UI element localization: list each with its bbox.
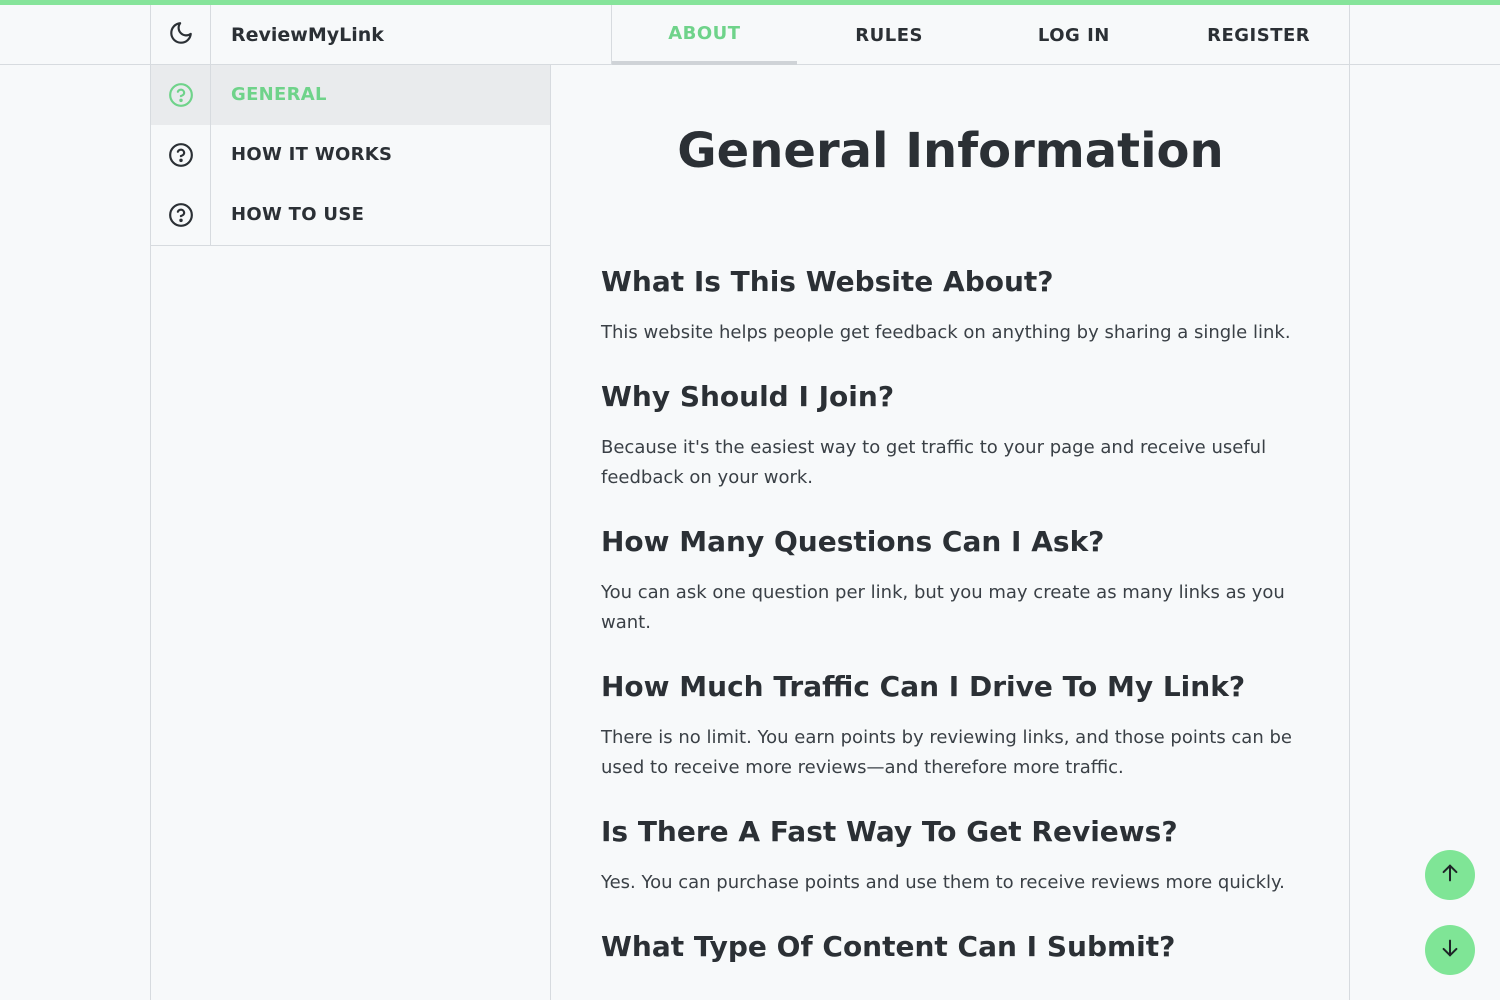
faq-question: Why Should I Join? bbox=[601, 380, 895, 413]
tab-about[interactable]: ABOUT bbox=[612, 5, 797, 65]
faq-item: How Many Questions Can I Ask? You can as… bbox=[601, 524, 1301, 638]
question-circle-icon bbox=[151, 185, 211, 245]
faq-question: How Many Questions Can I Ask? bbox=[601, 525, 1105, 558]
moon-icon bbox=[168, 20, 194, 50]
question-circle-icon bbox=[151, 65, 211, 125]
faq-answer: You can ask one question per link, but y… bbox=[601, 582, 1285, 633]
faq-item: What Is This Website About? This website… bbox=[601, 264, 1301, 348]
faq-item: What Type Of Content Can I Submit? bbox=[601, 929, 1301, 983]
faq-answer: There is no limit. You earn points by re… bbox=[601, 727, 1292, 778]
top-nav: ABOUT RULES LOG IN REGISTER bbox=[611, 5, 1351, 65]
faq-item: Is There A Fast Way To Get Reviews? Yes.… bbox=[601, 814, 1301, 898]
faq-item: How Much Traffic Can I Drive To My Link?… bbox=[601, 669, 1301, 783]
arrow-down-icon bbox=[1439, 937, 1461, 963]
faq-answer: This website helps people get feedback o… bbox=[601, 322, 1291, 343]
sidebar-item-label: HOW IT WORKS bbox=[231, 144, 393, 165]
faq-question: What Type Of Content Can I Submit? bbox=[601, 930, 1176, 963]
sidebar: GENERAL HOW IT WORKS HOW TO USE bbox=[150, 65, 551, 1000]
sidebar-item-label: GENERAL bbox=[231, 84, 327, 105]
sidebar-item-how-it-works[interactable]: HOW IT WORKS bbox=[151, 125, 550, 185]
sidebar-item-how-to-use[interactable]: HOW TO USE bbox=[151, 185, 550, 245]
sidebar-item-label: HOW TO USE bbox=[231, 204, 365, 225]
header-inner: ReviewMyLink ABOUT RULES LOG IN REGISTER bbox=[150, 5, 1350, 65]
faq-item: Why Should I Join? Because it's the easi… bbox=[601, 379, 1301, 493]
page-title: General Information bbox=[677, 123, 1224, 179]
faq-question: How Much Traffic Can I Drive To My Link? bbox=[601, 670, 1246, 703]
sidebar-list: GENERAL HOW IT WORKS HOW TO USE bbox=[151, 65, 550, 246]
main-content: General Information What Is This Website… bbox=[551, 65, 1350, 1000]
scroll-up-button[interactable] bbox=[1425, 850, 1475, 900]
theme-toggle-button[interactable] bbox=[151, 5, 211, 65]
brand-name[interactable]: ReviewMyLink bbox=[231, 5, 384, 65]
header: ReviewMyLink ABOUT RULES LOG IN REGISTER bbox=[0, 5, 1500, 65]
faq-question: What Is This Website About? bbox=[601, 265, 1054, 298]
tab-log-in[interactable]: LOG IN bbox=[982, 5, 1167, 65]
faq-question: Is There A Fast Way To Get Reviews? bbox=[601, 815, 1178, 848]
sidebar-item-general[interactable]: GENERAL bbox=[151, 65, 550, 125]
tab-register[interactable]: REGISTER bbox=[1166, 5, 1351, 65]
question-circle-icon bbox=[151, 125, 211, 185]
tab-rules[interactable]: RULES bbox=[797, 5, 982, 65]
faq-answer: Because it's the easiest way to get traf… bbox=[601, 437, 1267, 488]
faq-answer: Yes. You can purchase points and use the… bbox=[601, 872, 1285, 893]
arrow-up-icon bbox=[1439, 862, 1461, 888]
scroll-down-button[interactable] bbox=[1425, 925, 1475, 975]
